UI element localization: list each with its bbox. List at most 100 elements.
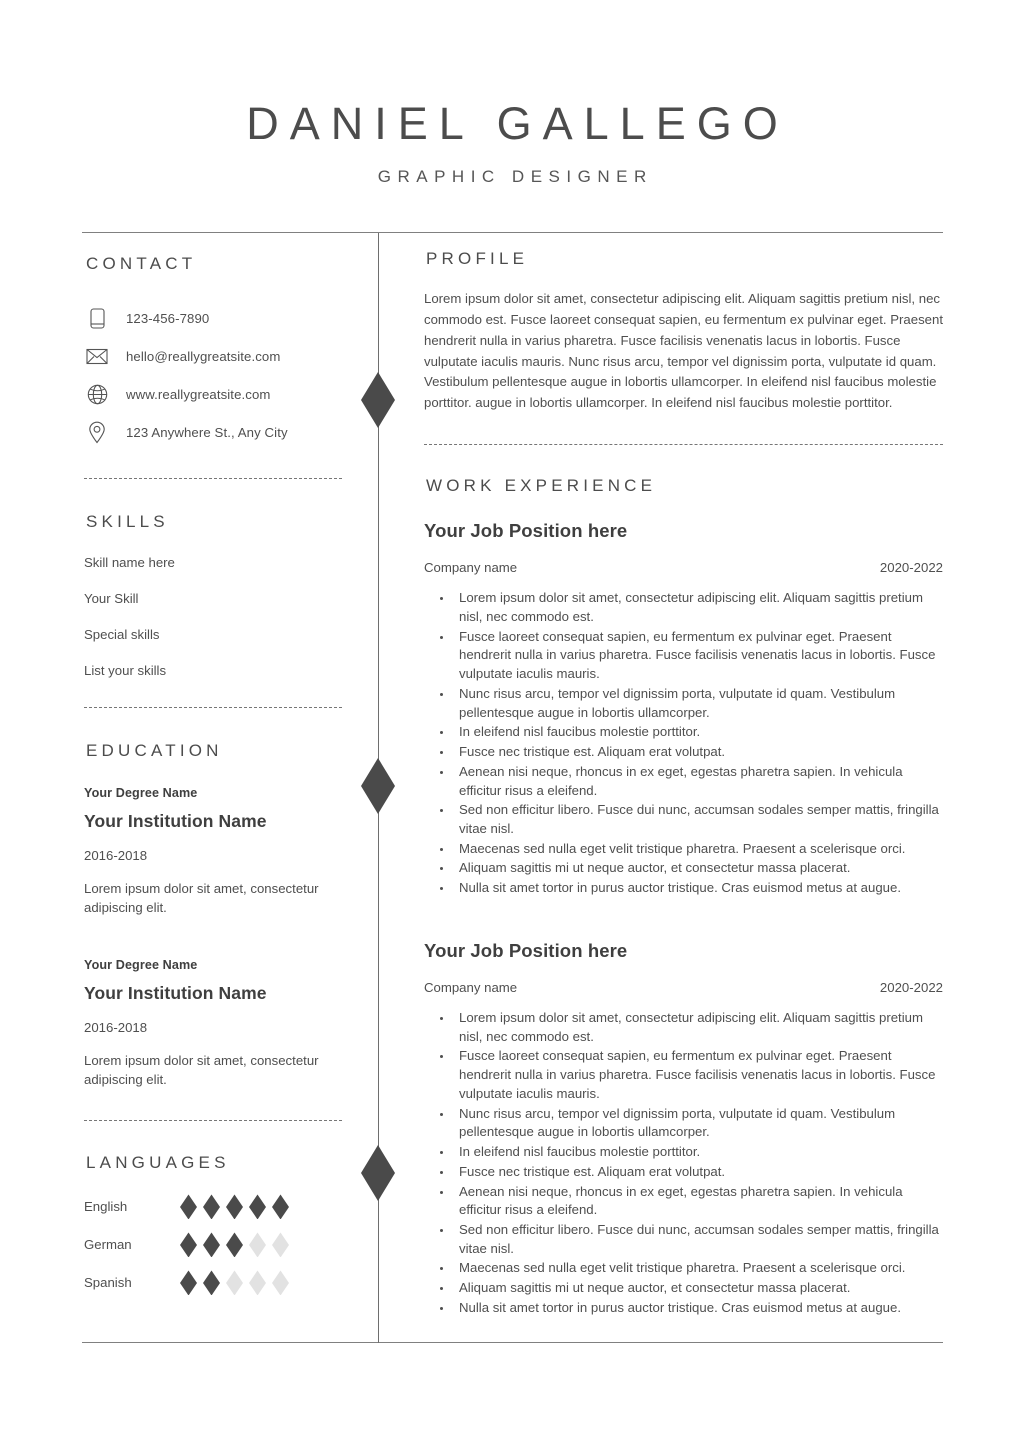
main-dashed-separator (424, 444, 943, 446)
rating-diamond-filled (226, 1232, 243, 1258)
envelope-icon (84, 348, 110, 365)
header-divider-rule (82, 232, 943, 233)
education-institution: Your Institution Name (84, 811, 267, 831)
skill-item: List your skills (84, 663, 167, 678)
job-bullet: Nunc risus arcu, tempor vel dignissim po… (453, 1105, 943, 1142)
language-name: English (84, 1199, 128, 1215)
language-row: German (84, 1226, 342, 1264)
contact-item-address[interactable]: 123 Anywhere St., Any City (84, 413, 342, 451)
sidebar-dashed-separator (84, 707, 342, 708)
job-position: Your Job Position here (424, 939, 628, 961)
language-rating (180, 1232, 289, 1258)
job-bullet: Sed non efficitur libero. Fusce dui nunc… (453, 1221, 943, 1258)
job-bullet: In eleifend nisl faucibus molestie portt… (453, 1143, 943, 1162)
languages-section: LANGUAGES English German Spanish (84, 1154, 342, 1302)
rating-diamond-filled (226, 1194, 243, 1220)
job-bullet: Fusce nec tristique est. Aliquam erat vo… (453, 743, 943, 762)
job-bullet: Nulla sit amet tortor in purus auctor tr… (453, 1299, 943, 1318)
education-entry: Your Degree Name Your Institution Name 2… (84, 958, 342, 1089)
contact-list: 123-456-7890 hello@reallygreatsite.com w… (84, 299, 342, 451)
job-bullet: Aliquam sagittis mi ut neque auctor, et … (453, 859, 943, 878)
education-degree: Your Degree Name (84, 958, 198, 973)
education-section: EDUCATION Your Degree Name Your Institut… (84, 742, 342, 1090)
job-bullet: Aenean nisi neque, rhoncus in ex eget, e… (453, 763, 943, 800)
rating-diamond-filled (180, 1194, 197, 1220)
contact-website-value: www.reallygreatsite.com (126, 386, 271, 402)
languages-section-title: LANGUAGES (86, 1152, 230, 1172)
rating-diamond-empty (226, 1270, 243, 1296)
language-row: Spanish (84, 1264, 342, 1302)
contact-phone-value: 123-456-7890 (126, 310, 210, 326)
sidebar-dashed-separator (84, 478, 342, 479)
job-bullet: Sed non efficitur libero. Fusce dui nunc… (453, 801, 943, 838)
rating-diamond-filled (272, 1194, 289, 1220)
contact-item-email[interactable]: hello@reallygreatsite.com (84, 337, 342, 375)
main-column: PROFILE Lorem ipsum dolor sit amet, cons… (424, 250, 943, 1319)
education-institution: Your Institution Name (84, 983, 267, 1004)
education-entry: Your Degree Name Your Institution Name 2… (84, 786, 342, 917)
education-dates: 2016-2018 (84, 848, 148, 863)
language-rating (180, 1194, 289, 1220)
footer-divider-rule (82, 1342, 943, 1343)
globe-icon (84, 384, 110, 405)
job-dates: 2020-2022 (879, 979, 943, 995)
job-entry: Your Job Position here Company name 2020… (424, 520, 943, 898)
sidebar-dashed-separator (84, 1119, 342, 1121)
job-bullet: Maecenas sed nulla eget velit tristique … (453, 1259, 943, 1278)
job-bullet: In eleifend nisl faucibus molestie portt… (453, 723, 943, 742)
language-name: German (84, 1237, 132, 1253)
job-entry: Your Job Position here Company name 2020… (424, 940, 943, 1318)
job-company: Company name (424, 979, 518, 995)
education-degree: Your Degree Name (84, 786, 198, 800)
contact-email-value: hello@reallygreatsite.com (126, 348, 281, 364)
profile-text: Lorem ipsum dolor sit amet, consectetur … (424, 291, 943, 411)
job-company: Company name (424, 560, 518, 576)
rating-diamond-filled (180, 1232, 197, 1258)
job-bullet: Fusce nec tristique est. Aliquam erat vo… (453, 1163, 943, 1182)
language-rating (180, 1270, 289, 1296)
rating-diamond-filled (203, 1232, 220, 1258)
resume-header: DANIEL GALLEGO GRAPHIC DESIGNER (0, 0, 1024, 185)
candidate-role: GRAPHIC DESIGNER (377, 167, 653, 186)
rating-diamond-filled (203, 1270, 220, 1296)
education-section-title: EDUCATION (86, 741, 223, 760)
contact-item-phone[interactable]: 123-456-7890 (84, 299, 342, 337)
skill-item: Skill name here (84, 555, 175, 570)
job-dates: 2020-2022 (879, 560, 943, 576)
contact-section-title: CONTACT (86, 254, 197, 273)
language-row: English (84, 1188, 342, 1226)
job-bullet: Fusce laoreet consequat sapien, eu ferme… (453, 628, 943, 684)
job-position: Your Job Position here (424, 520, 628, 542)
education-dates: 2016-2018 (84, 1020, 148, 1036)
contact-item-website[interactable]: www.reallygreatsite.com (84, 375, 342, 413)
job-bullet: Nulla sit amet tortor in purus auctor tr… (453, 879, 943, 898)
rating-diamond-empty (272, 1270, 289, 1296)
profile-section-title: PROFILE (426, 249, 529, 268)
rating-diamond-empty (272, 1232, 289, 1258)
phone-icon (84, 307, 110, 329)
education-description: Lorem ipsum dolor sit amet, consectetur … (84, 1053, 319, 1088)
contact-address-value: 123 Anywhere St., Any City (126, 424, 288, 440)
skills-section-title: SKILLS (86, 512, 169, 531)
job-bullet: Fusce laoreet consequat sapien, eu ferme… (453, 1047, 943, 1103)
language-name: Spanish (84, 1275, 132, 1291)
skills-list: Skill name here Your Skill Special skill… (84, 555, 342, 678)
location-pin-icon (84, 421, 110, 444)
skills-section: SKILLS Skill name here Your Skill Specia… (84, 513, 342, 678)
rating-diamond-empty (249, 1232, 266, 1258)
candidate-name: DANIEL GALLEGO (246, 98, 789, 149)
rating-diamond-filled (203, 1194, 220, 1220)
job-bullet-list: Lorem ipsum dolor sit amet, consectetur … (424, 589, 943, 898)
rating-diamond-filled (180, 1270, 197, 1296)
profile-section: PROFILE Lorem ipsum dolor sit amet, cons… (424, 250, 943, 414)
job-bullet: Lorem ipsum dolor sit amet, consectetur … (453, 1009, 943, 1046)
job-meta: Company name 2020-2022 (424, 980, 943, 995)
job-bullet: Aenean nisi neque, rhoncus in ex eget, e… (453, 1183, 943, 1220)
job-bullet: Lorem ipsum dolor sit amet, consectetur … (453, 589, 943, 626)
education-description: Lorem ipsum dolor sit amet, consectetur … (84, 881, 319, 915)
divider-diamond-icon (361, 758, 395, 814)
resume-page: DANIEL GALLEGO GRAPHIC DESIGNER CONTACT … (0, 0, 1024, 1449)
rating-diamond-empty (249, 1270, 266, 1296)
divider-diamond-icon (361, 372, 395, 428)
work-experience-section: WORK EXPERIENCE Your Job Position here C… (424, 477, 943, 1318)
